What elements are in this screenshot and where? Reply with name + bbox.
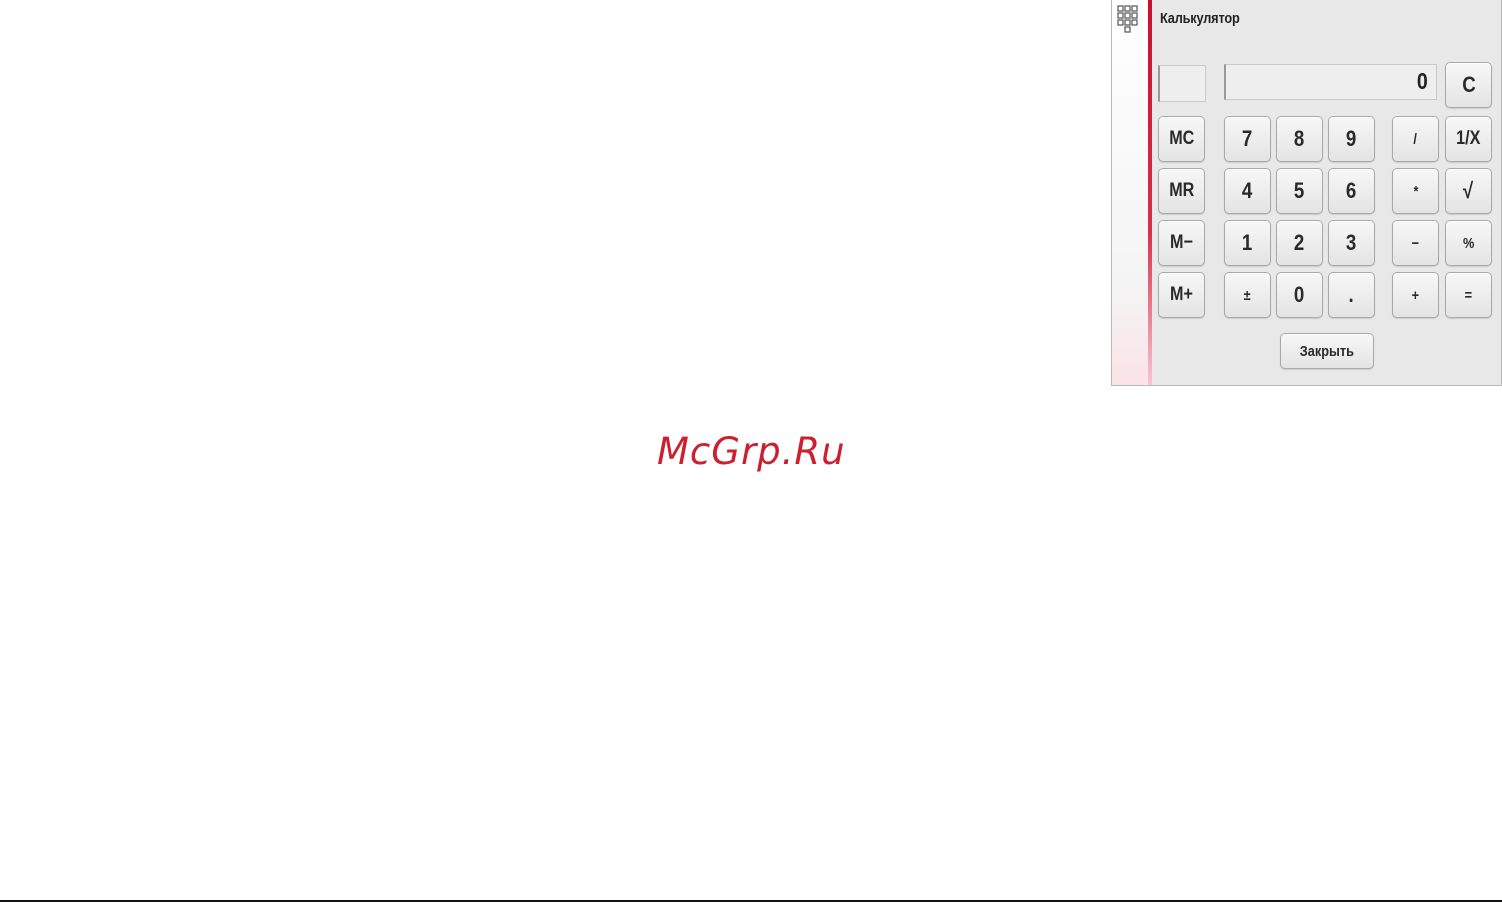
equals-button[interactable]: = (1445, 272, 1492, 318)
percent-button[interactable]: % (1445, 220, 1492, 266)
decimal-point-button[interactable]: . (1328, 272, 1375, 318)
divide-button[interactable]: / (1392, 116, 1439, 162)
square-root-button[interactable]: √ (1445, 168, 1492, 214)
side-strip (1112, 0, 1148, 385)
multiply-button[interactable]: * (1392, 168, 1439, 214)
main-display: 0 (1224, 64, 1437, 100)
memory-recall-button[interactable]: MR (1158, 168, 1205, 214)
window-title: Калькулятор (1160, 10, 1240, 27)
digit-2-button[interactable]: 2 (1276, 220, 1323, 266)
digit-4-button[interactable]: 4 (1224, 168, 1271, 214)
memory-add-button[interactable]: M+ (1158, 272, 1205, 318)
calculator-grid-icon (1117, 5, 1138, 33)
display-value: 0 (1417, 68, 1428, 94)
digit-8-button[interactable]: 8 (1276, 116, 1323, 162)
memory-display (1158, 65, 1206, 102)
memory-subtract-button[interactable]: M− (1158, 220, 1205, 266)
digit-7-button[interactable]: 7 (1224, 116, 1271, 162)
reciprocal-button[interactable]: 1/X (1445, 116, 1492, 162)
accent-line (1148, 0, 1152, 385)
sign-toggle-button[interactable]: ± (1224, 272, 1271, 318)
digit-0-button[interactable]: 0 (1276, 272, 1323, 318)
watermark: McGrp.Ru (657, 430, 846, 473)
memory-clear-button[interactable]: MC (1158, 116, 1205, 162)
clear-button[interactable]: C (1445, 62, 1492, 108)
close-button[interactable]: Закрыть (1280, 333, 1374, 369)
digit-6-button[interactable]: 6 (1328, 168, 1375, 214)
digit-1-button[interactable]: 1 (1224, 220, 1271, 266)
digit-5-button[interactable]: 5 (1276, 168, 1323, 214)
digit-3-button[interactable]: 3 (1328, 220, 1375, 266)
calculator-window: Калькулятор 0 C MC MR M− M+ 7 8 9 4 5 6 … (1111, 0, 1502, 386)
digit-9-button[interactable]: 9 (1328, 116, 1375, 162)
subtract-button[interactable]: − (1392, 220, 1439, 266)
add-button[interactable]: + (1392, 272, 1439, 318)
bottom-divider (0, 900, 1502, 902)
